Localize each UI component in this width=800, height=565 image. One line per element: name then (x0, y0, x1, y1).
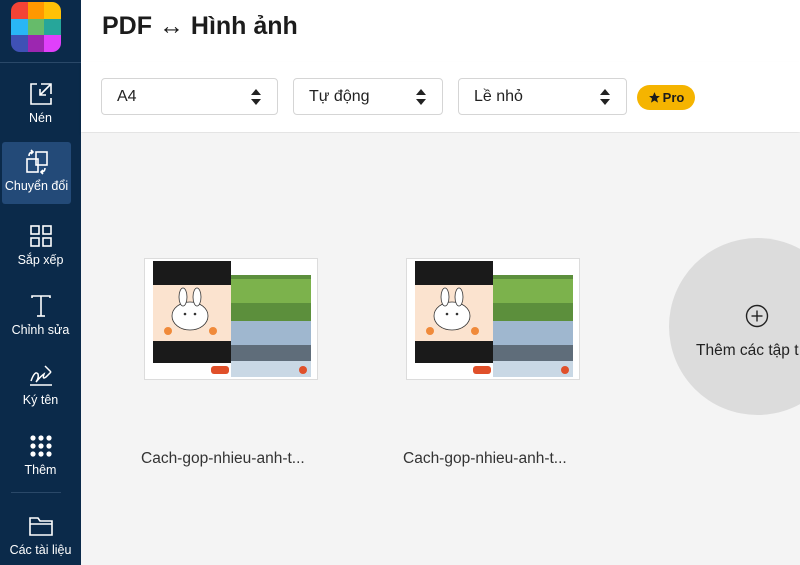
signature-icon (29, 365, 52, 386)
convert-icon (25, 149, 48, 175)
image-thumbnail-icon (153, 261, 311, 377)
orientation-select[interactable]: Tự động (293, 78, 443, 115)
star-icon (648, 92, 660, 103)
sidebar-item-label: Thêm (24, 463, 57, 477)
page-size-select[interactable]: A4 (101, 78, 278, 115)
page-size-value: A4 (117, 87, 137, 105)
options-toolbar: A4 Tự động Lề nhỏ Pro (81, 62, 800, 132)
compress-icon (29, 83, 52, 105)
add-files-label: Thêm các tập t (696, 342, 799, 359)
grid-icon (29, 225, 52, 247)
folder-icon (28, 517, 53, 536)
sidebar-item-label: Sắp xếp (17, 253, 64, 267)
sidebar-item-edit[interactable]: Chỉnh sửa (0, 286, 81, 348)
sidebar: Nén Chuyển đổi Sắp xếp Chỉnh sửa Ký tên (0, 0, 81, 565)
sidebar-item-documents[interactable]: Các tài liệu (0, 506, 81, 565)
sidebar-item-label: Nén (29, 111, 52, 125)
sidebar-item-more[interactable]: Thêm (0, 426, 81, 488)
sidebar-item-label: Ký tên (22, 393, 59, 407)
orientation-value: Tự động (309, 87, 370, 105)
file-thumbnail[interactable] (406, 258, 580, 380)
sidebar-item-sign[interactable]: Ký tên (0, 356, 81, 418)
select-arrows-icon (416, 89, 426, 105)
file-workspace: Cach-gop-nhieu-anh-t... Cach-gop-nhieu-a… (81, 133, 800, 565)
file-name: Cach-gop-nhieu-anh-t... (141, 450, 305, 467)
file-name: Cach-gop-nhieu-anh-t... (403, 450, 567, 467)
sidebar-item-convert[interactable]: Chuyển đổi (2, 142, 71, 204)
app-logo[interactable] (11, 2, 61, 52)
margin-value: Lề nhỏ (474, 87, 523, 105)
sidebar-divider (0, 62, 81, 63)
margin-select[interactable]: Lề nhỏ (458, 78, 627, 115)
more-dots-icon (29, 435, 52, 457)
sidebar-divider (11, 492, 61, 493)
select-arrows-icon (600, 89, 610, 105)
file-thumbnail[interactable] (144, 258, 318, 380)
select-arrows-icon (251, 89, 261, 105)
pro-label: Pro (662, 90, 685, 105)
sidebar-item-compress[interactable]: Nén (0, 74, 81, 136)
sidebar-item-organize[interactable]: Sắp xếp (0, 216, 81, 278)
add-files-button[interactable]: Thêm các tập t (669, 238, 800, 415)
sidebar-item-label: Chuyển đổi (4, 179, 69, 193)
page-title: PDF ↔ Hình ảnh (102, 12, 298, 40)
header: PDF ↔ Hình ảnh (81, 0, 800, 62)
pro-badge[interactable]: Pro (637, 85, 695, 110)
sidebar-item-label: Chỉnh sửa (11, 323, 70, 337)
image-thumbnail-icon (415, 261, 573, 377)
plus-circle-icon (745, 304, 769, 328)
sidebar-item-label: Các tài liệu (9, 543, 72, 557)
text-edit-icon (30, 295, 51, 317)
